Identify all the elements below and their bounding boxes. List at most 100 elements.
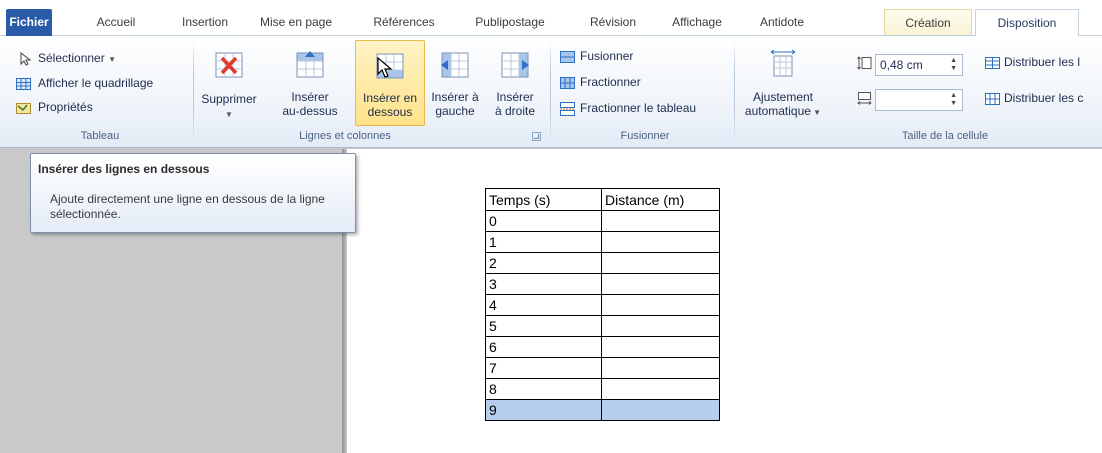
ribbon-tabs: Fichier Accueil Insertion Mise en page R… xyxy=(0,0,1102,37)
insert-above-button[interactable]: Insérer au-dessus xyxy=(278,40,342,126)
table-cell[interactable]: 9 xyxy=(485,399,602,421)
tooltip-title: Insérer des lignes en dessous xyxy=(38,162,210,176)
insert-right-label-1: Insérer xyxy=(496,90,534,104)
properties-icon xyxy=(16,103,31,114)
delete-button[interactable]: Supprimer ▼ xyxy=(198,40,260,120)
group-label-cell-size: Taille de la cellule xyxy=(901,130,989,142)
table-row: 8 xyxy=(485,378,720,400)
table-header-cell[interactable]: Temps (s) xyxy=(485,188,602,211)
insert-column-right-icon xyxy=(501,52,529,78)
split-table-button[interactable]: Fractionner le tableau xyxy=(580,101,696,115)
split-cells-button[interactable]: Fractionner xyxy=(580,75,641,89)
table-cell[interactable]: 1 xyxy=(485,231,602,253)
merge-cells-icon xyxy=(560,51,575,63)
delete-label: Supprimer xyxy=(201,92,257,106)
insert-above-label-2: au-dessus xyxy=(282,104,338,118)
ribbon: Sélectionner ▼ Afficher le quadrillage P… xyxy=(0,36,1102,148)
chevron-down-icon: ▼ xyxy=(108,55,116,64)
table-cell[interactable]: 5 xyxy=(485,315,602,337)
insert-right-button[interactable]: Insérer à droite xyxy=(486,40,544,126)
insert-row-above-icon xyxy=(296,51,324,78)
table-cell[interactable] xyxy=(601,357,720,379)
insert-left-label-2: gauche xyxy=(435,104,475,118)
table-cell[interactable] xyxy=(601,273,720,295)
table-cell[interactable] xyxy=(601,315,720,337)
document-page[interactable] xyxy=(347,149,1102,453)
row-height-icon xyxy=(857,56,872,70)
table-row: 7 xyxy=(485,357,720,379)
tab-layout[interactable]: Disposition xyxy=(975,9,1079,37)
table-cell[interactable] xyxy=(601,252,720,274)
insert-left-button[interactable]: Insérer à gauche xyxy=(425,40,485,126)
table-row: 3 xyxy=(485,273,720,295)
tab-review[interactable]: Révision xyxy=(581,9,645,35)
split-cells-icon xyxy=(560,77,575,89)
chevron-down-icon: ▼ xyxy=(225,110,233,119)
table-cell[interactable]: 4 xyxy=(485,294,602,316)
tab-design[interactable]: Création xyxy=(884,9,972,35)
distribute-rows-icon xyxy=(985,57,1000,69)
tab-home[interactable]: Accueil xyxy=(87,9,145,35)
spin-arrows-icon[interactable]: ▲ ▼ xyxy=(950,92,957,108)
tab-file[interactable]: Fichier xyxy=(6,9,52,36)
tab-page-layout[interactable]: Mise en page xyxy=(254,9,338,35)
select-button[interactable]: Sélectionner ▼ xyxy=(38,51,116,65)
distribute-columns-button[interactable]: Distribuer les c xyxy=(1004,91,1083,105)
table-cell[interactable] xyxy=(601,210,720,232)
insert-left-label-1: Insérer à xyxy=(431,90,479,104)
delete-table-icon xyxy=(215,52,243,78)
table-row: 4 xyxy=(485,294,720,316)
distribute-rows-button[interactable]: Distribuer les l xyxy=(1004,55,1080,69)
screen-tip: Insérer des lignes en dessous Ajoute dir… xyxy=(30,153,356,233)
table-cell[interactable]: 7 xyxy=(485,357,602,379)
merge-cells-button[interactable]: Fusionner xyxy=(580,49,633,63)
document-table[interactable]: Temps (s) Distance (m) 0 1 2 3 4 5 6 7 8… xyxy=(485,188,720,421)
view-gridlines-button[interactable]: Afficher le quadrillage xyxy=(38,76,153,90)
dialog-launcher-icon[interactable] xyxy=(532,132,541,141)
tab-view[interactable]: Affichage xyxy=(664,9,730,35)
table-cell[interactable]: 6 xyxy=(485,336,602,358)
group-label-merge: Fusionner xyxy=(620,130,670,142)
insert-below-button[interactable]: Insérer en dessous xyxy=(355,40,425,126)
insert-right-label-2: à droite xyxy=(494,104,536,118)
table-row-selected: 9 xyxy=(485,399,720,421)
table-cell[interactable] xyxy=(601,294,720,316)
table-cell[interactable] xyxy=(601,378,720,400)
cursor-select-icon xyxy=(20,52,32,66)
tab-insert[interactable]: Insertion xyxy=(172,9,238,35)
tab-antidote[interactable]: Antidote xyxy=(747,9,817,35)
autofit-label-2: automatique ▼ xyxy=(744,104,822,118)
group-label-tableau: Tableau xyxy=(80,130,120,142)
row-height-input[interactable]: 0,48 cm ▲ ▼ xyxy=(875,54,963,76)
insert-column-left-icon xyxy=(441,52,469,78)
insert-below-label-2: dessous xyxy=(367,105,413,119)
chevron-down-icon: ▼ xyxy=(810,108,822,117)
insert-below-label-1: Insérer en xyxy=(362,91,418,105)
table-cell[interactable] xyxy=(601,336,720,358)
table-cell[interactable] xyxy=(601,399,720,421)
split-table-icon xyxy=(560,102,575,116)
table-row: 2 xyxy=(485,252,720,274)
autofit-label-1: Ajustement xyxy=(752,90,814,104)
tab-references[interactable]: Références xyxy=(364,9,444,35)
tab-mailings[interactable]: Publipostage xyxy=(465,9,555,35)
table-cell[interactable]: 2 xyxy=(485,252,602,274)
autofit-icon xyxy=(770,49,796,77)
table-cell[interactable]: 0 xyxy=(485,210,602,232)
group-divider xyxy=(193,40,194,144)
autofit-button[interactable]: Ajustement automatique ▼ xyxy=(740,40,826,126)
spin-arrows-icon[interactable]: ▲ ▼ xyxy=(950,57,957,73)
column-width-icon xyxy=(857,92,872,105)
table-row: 1 xyxy=(485,231,720,253)
table-cell[interactable]: 8 xyxy=(485,378,602,400)
table-row: 0 xyxy=(485,210,720,232)
table-header-cell[interactable]: Distance (m) xyxy=(601,188,720,211)
mouse-pointer-icon xyxy=(377,57,393,78)
tooltip-body: Ajoute directement une ligne en dessous … xyxy=(50,192,325,221)
properties-button[interactable]: Propriétés xyxy=(38,100,93,114)
column-width-input[interactable]: ▲ ▼ xyxy=(875,89,963,111)
group-label-rows-columns: Lignes et colonnes xyxy=(299,130,391,142)
distribute-columns-icon xyxy=(985,93,1000,105)
table-cell[interactable] xyxy=(601,231,720,253)
table-cell[interactable]: 3 xyxy=(485,273,602,295)
